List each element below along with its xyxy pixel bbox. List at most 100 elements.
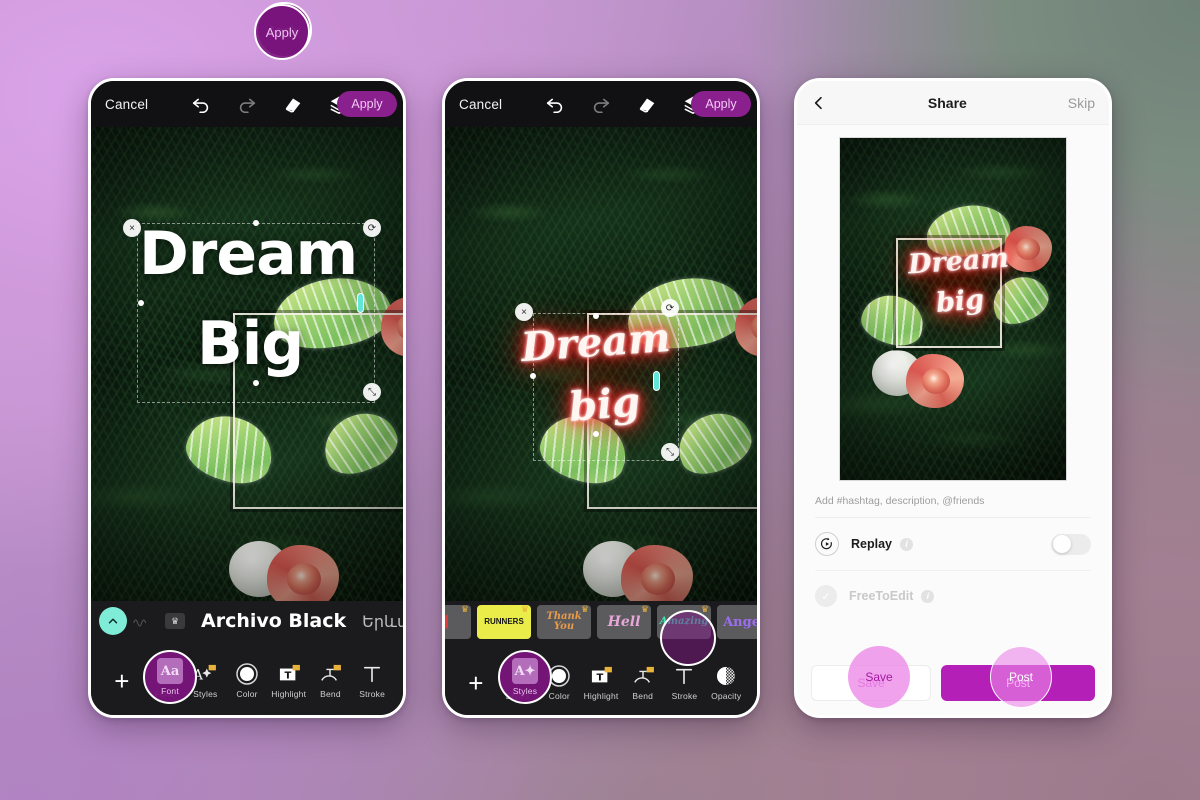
- info-icon[interactable]: i: [921, 589, 935, 603]
- edge-dot[interactable]: [138, 300, 144, 306]
- bend-icon: [630, 665, 656, 687]
- freetoedit-label: FreeToEdit: [849, 589, 914, 603]
- phone-2-style-editor: Cancel Apply Dream big × ⟳ ⤡ ♛ ♛ RUNNERS…: [442, 78, 760, 718]
- tool-dock: + Font A Styles: [91, 641, 403, 715]
- style-chip[interactable]: ♛ Angel: [717, 605, 757, 639]
- apply-button-pill[interactable]: Apply: [691, 91, 751, 117]
- script-preview-icon[interactable]: [133, 614, 149, 628]
- style-chip-label: Hell: [607, 614, 641, 630]
- premium-crown-icon: ♛: [640, 605, 649, 614]
- tool-highlight[interactable]: T Highlight: [580, 665, 622, 701]
- selected-font-name[interactable]: Archivo Black: [201, 610, 346, 632]
- hashtag-input[interactable]: Add #hashtag, description, @friends: [815, 495, 1091, 518]
- svg-text:T: T: [284, 671, 291, 682]
- tool-stroke[interactable]: Stroke: [351, 663, 393, 699]
- editor-topbar: Cancel Apply: [91, 81, 403, 127]
- share-options: Add #hashtag, description, @friends Repl…: [797, 481, 1109, 621]
- edge-dot[interactable]: [593, 313, 599, 319]
- premium-crown-icon: ♛: [580, 605, 589, 614]
- back-chevron-icon[interactable]: [811, 95, 827, 111]
- eraser-icon[interactable]: [636, 93, 658, 115]
- tool-label: Bend: [632, 691, 654, 701]
- selected-tool-font-ring[interactable]: Aa Font: [143, 650, 197, 704]
- style-chip[interactable]: ♛ Hell: [597, 605, 651, 639]
- post-button[interactable]: Post: [941, 665, 1095, 701]
- post-button-label: Post: [1006, 676, 1031, 690]
- redo-icon[interactable]: [236, 93, 258, 115]
- tool-stroke[interactable]: Stroke: [664, 665, 706, 701]
- check-circle-icon: ✓: [815, 585, 837, 607]
- editor-canvas[interactable]: Dream big × ⟳ ⤡: [445, 127, 757, 601]
- tool-label: Opacity: [711, 691, 742, 701]
- tool-label: Color: [236, 689, 258, 699]
- apply-button-pill[interactable]: Apply: [337, 91, 397, 117]
- tool-label: Styles: [193, 689, 218, 699]
- eraser-icon[interactable]: [282, 93, 304, 115]
- freetoedit-row[interactable]: ✓ FreeToEdit i: [815, 571, 1091, 621]
- save-button-label: Save: [857, 676, 885, 690]
- rotate-handle[interactable]: ⟳: [661, 299, 679, 317]
- undo-icon[interactable]: [190, 93, 212, 115]
- tool-label: Stroke: [671, 691, 698, 701]
- phone-1-text-editor: Cancel Apply Dream Big × ⟳ ⤡ ♛ Archivo B…: [88, 78, 406, 718]
- tool-opacity[interactable]: Opacity: [705, 665, 747, 701]
- style-chip-label: Thank You: [546, 611, 582, 632]
- style-chip[interactable]: ♛ Thank You: [537, 605, 591, 639]
- share-header: Share Skip: [797, 81, 1109, 125]
- highlight-icon: T: [588, 665, 614, 687]
- redo-icon[interactable]: [590, 93, 612, 115]
- add-text-button[interactable]: +: [101, 668, 143, 694]
- edge-dot[interactable]: [253, 220, 259, 226]
- style-chip[interactable]: ♛ RUNNERS: [477, 605, 531, 639]
- edge-dot[interactable]: [593, 431, 599, 437]
- collapse-panel-button[interactable]: [99, 607, 127, 635]
- tool-color[interactable]: Color: [226, 663, 268, 699]
- tool-bend[interactable]: Bend: [310, 663, 352, 699]
- skip-button[interactable]: Skip: [1068, 95, 1095, 111]
- replay-row[interactable]: Replay i: [815, 518, 1091, 571]
- selected-tool-styles-ring[interactable]: A✦ Styles: [498, 650, 552, 704]
- tool-label: Highlight: [271, 689, 307, 699]
- styles-icon: A✦: [512, 658, 538, 684]
- selected-style-chip-ring[interactable]: [660, 610, 716, 666]
- style-chip[interactable]: ♛ █: [445, 605, 471, 639]
- preview-text-line2: big: [934, 283, 986, 320]
- resize-handle[interactable]: ⤡: [661, 443, 679, 461]
- delete-handle[interactable]: ×: [123, 219, 141, 237]
- tool-bend[interactable]: Bend: [622, 665, 664, 701]
- undo-icon[interactable]: [544, 93, 566, 115]
- apply-touch-ring[interactable]: Apply: [254, 4, 310, 60]
- width-handle[interactable]: [653, 371, 660, 391]
- screenshot-stage: Cancel Apply Dream Big × ⟳ ⤡ ♛ Archivo B…: [0, 0, 1200, 800]
- replay-toggle[interactable]: [1051, 533, 1091, 555]
- alt-font-name[interactable]: Երևան: [362, 612, 403, 631]
- save-button[interactable]: Save: [811, 665, 932, 701]
- editor-topbar: Cancel Apply: [445, 81, 757, 127]
- premium-crown-icon[interactable]: ♛: [165, 613, 185, 629]
- resize-handle[interactable]: ⤡: [363, 383, 381, 401]
- apply-ring-label: Apply: [265, 24, 299, 40]
- font-carousel[interactable]: ♛ Archivo Black Երևան Lo: [91, 601, 403, 641]
- bend-icon: [317, 663, 343, 685]
- color-circle-icon: [234, 663, 260, 685]
- style-chip-label: █: [445, 616, 448, 628]
- cancel-button[interactable]: Cancel: [105, 97, 148, 112]
- tool-highlight[interactable]: T Highlight: [268, 663, 310, 699]
- edge-dot[interactable]: [253, 380, 259, 386]
- delete-handle[interactable]: ×: [515, 303, 533, 321]
- info-icon[interactable]: i: [900, 537, 913, 551]
- add-text-button[interactable]: +: [455, 670, 497, 696]
- preview-container: Dream big: [797, 125, 1109, 481]
- topbar-icon-group: [544, 93, 704, 115]
- share-action-buttons: Save Post: [797, 665, 1109, 701]
- phone-3-share-screen: Share Skip Dream big Add #hashtag, descr…: [794, 78, 1112, 718]
- editor-canvas[interactable]: Dream Big × ⟳ ⤡: [91, 127, 403, 601]
- style-chip-label: RUNNERS: [484, 617, 524, 626]
- rotate-handle[interactable]: ⟳: [363, 219, 381, 237]
- post-preview-image[interactable]: Dream big: [839, 137, 1067, 481]
- edge-dot[interactable]: [530, 373, 536, 379]
- width-handle[interactable]: [357, 293, 364, 313]
- cancel-button[interactable]: Cancel: [459, 97, 502, 112]
- page-title: Share: [927, 94, 967, 111]
- tool-label: Font: [161, 686, 179, 696]
